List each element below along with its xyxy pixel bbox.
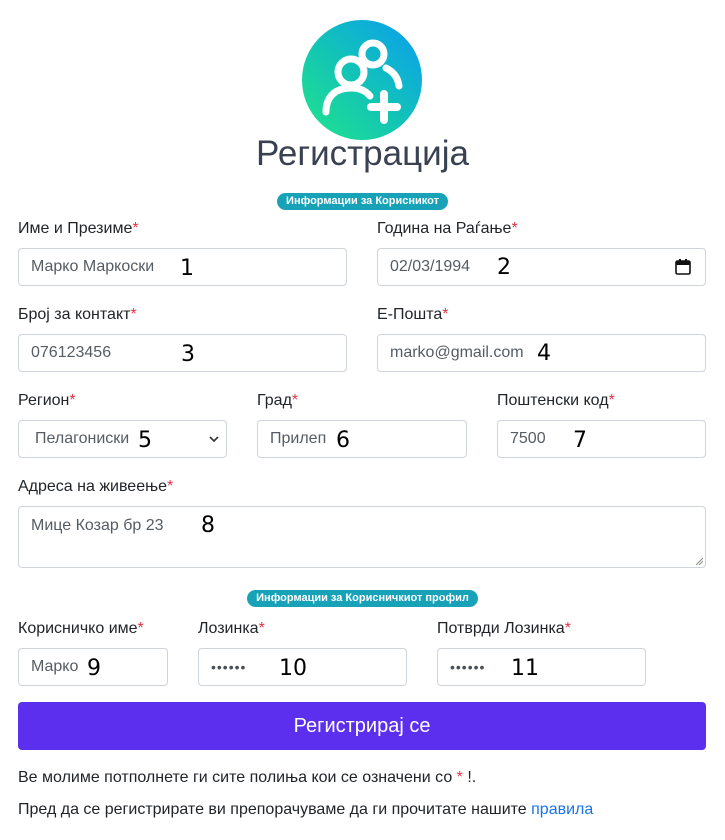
confirm-password-label: Потврди Лозинка* — [437, 620, 571, 637]
password-value: •••••• — [211, 659, 247, 675]
field-marker-4: 4 — [537, 341, 551, 366]
rules-link[interactable]: правила — [531, 801, 593, 818]
postal-code-value: 7500 — [510, 430, 546, 447]
city-value: Прилеп — [270, 430, 327, 447]
username-label: Корисничко име* — [18, 620, 144, 637]
address-label: Адреса на живеење* — [18, 478, 174, 495]
resize-handle-icon[interactable] — [695, 557, 703, 565]
chevron-down-icon — [209, 436, 219, 443]
address-textarea[interactable]: Мице Козар бр 23 — [18, 506, 706, 568]
address-value: Мице Козар бр 23 — [31, 517, 164, 534]
rules-note: Пред да се регистрирате ви препорачуваме… — [18, 801, 594, 818]
birth-date-value: 02/03/1994 — [390, 258, 471, 275]
calendar-icon[interactable] — [675, 259, 691, 275]
field-marker-3: 3 — [181, 342, 195, 367]
confirm-password-input[interactable]: •••••• — [437, 648, 646, 686]
region-value: Пелагониски — [35, 430, 130, 447]
phone-value: 076123456 — [31, 344, 112, 361]
field-marker-8: 8 — [201, 513, 215, 538]
city-input[interactable]: Прилеп — [257, 420, 467, 458]
section-profile-info: Информации за Корисничкиот профил — [0, 590, 725, 607]
field-marker-9: 9 — [87, 656, 101, 681]
field-marker-2: 2 — [497, 255, 511, 280]
birth-date-label: Година на Раѓање* — [377, 220, 518, 237]
username-value: Марко — [31, 658, 79, 675]
field-marker-6: 6 — [336, 428, 350, 453]
region-label: Регион* — [18, 392, 76, 409]
section-badge: Информации за Корисничкиот профил — [247, 590, 478, 607]
logo-user-plus-icon — [302, 20, 422, 140]
email-value: marko@gmail.com — [390, 344, 524, 361]
postal-code-input[interactable]: 7500 — [497, 420, 706, 458]
register-button[interactable]: Регистрирај се — [18, 702, 706, 750]
required-note: Ве молиме потполнете ги сите полиња кои … — [18, 769, 477, 786]
page-title: Регистрација — [256, 134, 469, 173]
full-name-label: Име и Презиме* — [18, 220, 139, 237]
postal-code-label: Поштенски код* — [497, 392, 615, 409]
password-label: Лозинка* — [198, 620, 265, 637]
full-name-value: Марко Маркоски — [31, 258, 155, 275]
email-label: Е-Пошта* — [377, 306, 449, 323]
field-marker-1: 1 — [180, 256, 194, 281]
field-marker-5: 5 — [138, 428, 152, 453]
region-select[interactable]: Пелагониски — [18, 420, 227, 458]
field-marker-11: 11 — [511, 656, 539, 681]
phone-label: Број за контакт* — [18, 306, 137, 323]
section-badge: Информации за Корисникот — [277, 193, 448, 210]
field-marker-10: 10 — [279, 656, 307, 681]
field-marker-7: 7 — [573, 428, 587, 453]
section-user-info: Информации за Корисникот — [0, 193, 725, 210]
confirm-password-value: •••••• — [450, 659, 486, 675]
birth-date-input[interactable]: 02/03/1994 — [377, 248, 706, 286]
city-label: Град* — [257, 392, 299, 409]
